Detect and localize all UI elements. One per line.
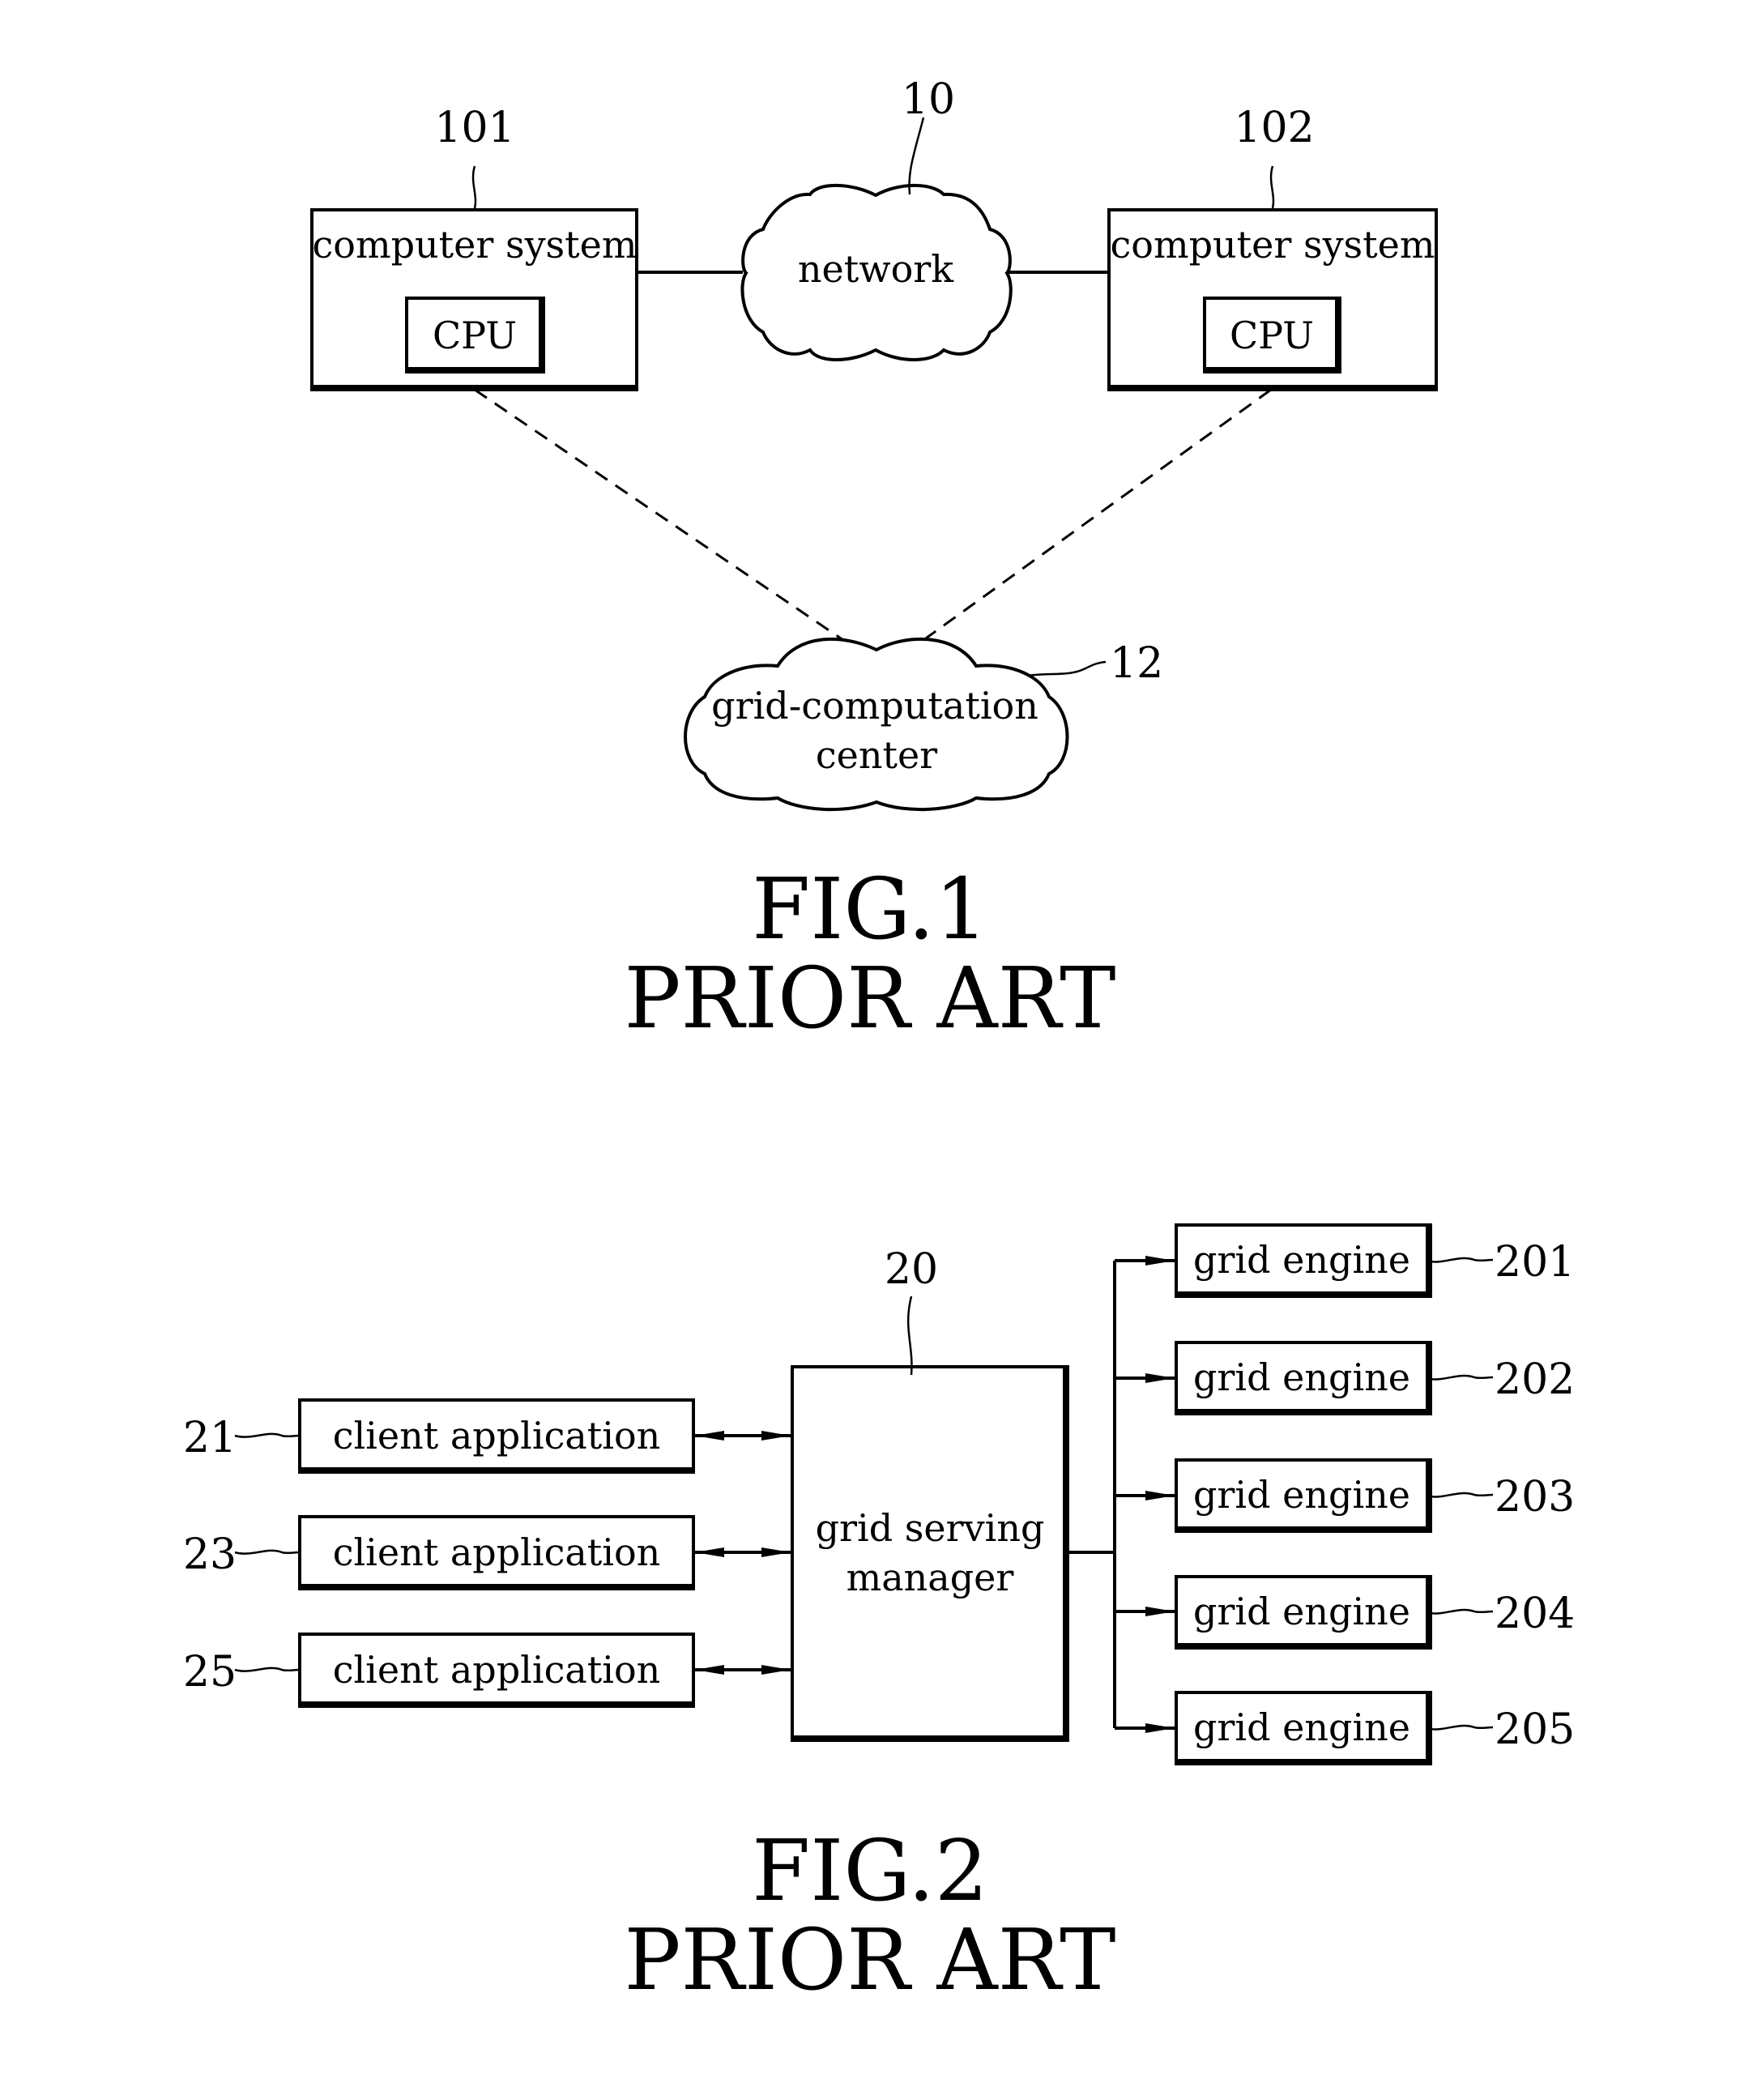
ref-number-12: 12 bbox=[1110, 639, 1163, 688]
ref-number-25: 25 bbox=[183, 1648, 237, 1697]
grid-center-label-line2: center bbox=[816, 733, 937, 777]
ref-leader bbox=[234, 1549, 301, 1555]
ref-number-23: 23 bbox=[183, 1530, 237, 1579]
network-label: network bbox=[798, 247, 954, 291]
grid-engine-201: grid engine 201 bbox=[1115, 1223, 1575, 1298]
ref-number-21: 21 bbox=[183, 1414, 237, 1462]
client-application-label: client application bbox=[333, 1530, 661, 1574]
manager-box bbox=[791, 1365, 1069, 1742]
figure-1-subtitle: PRIOR ART bbox=[625, 949, 1116, 1048]
grid-engine-205: grid engine 205 bbox=[1115, 1691, 1575, 1765]
ref-number-205: 205 bbox=[1495, 1705, 1575, 1754]
network-cloud: network 10 bbox=[740, 75, 1013, 361]
client-application-label: client application bbox=[333, 1648, 661, 1692]
manager-label-line1: grid serving bbox=[816, 1506, 1045, 1550]
computer-system-102: computer system CPU 102 bbox=[1107, 104, 1438, 391]
grid-engine-203: grid engine 203 bbox=[1115, 1458, 1575, 1533]
ref-leader bbox=[1427, 1492, 1494, 1498]
figure-1: computer system CPU 101 computer system … bbox=[310, 75, 1438, 1048]
ref-number-203: 203 bbox=[1495, 1473, 1575, 1522]
ref-number-20: 20 bbox=[885, 1245, 938, 1294]
grid-engine-202: grid engine 202 bbox=[1115, 1341, 1575, 1415]
ref-leader bbox=[906, 1295, 913, 1376]
figure-2-subtitle: PRIOR ART bbox=[625, 1910, 1116, 2009]
client-application-label: client application bbox=[333, 1414, 661, 1458]
grid-engine-label: grid engine bbox=[1193, 1705, 1410, 1749]
client-application-25: client application 25 bbox=[183, 1633, 791, 1708]
ref-leader bbox=[234, 1432, 301, 1438]
client-application-21: client application 21 bbox=[183, 1398, 791, 1474]
cpu-label: CPU bbox=[433, 314, 517, 357]
ref-leader bbox=[1427, 1608, 1494, 1615]
grid-engine-204: grid engine 204 bbox=[1115, 1575, 1575, 1650]
computer-system-label: computer system bbox=[313, 223, 638, 267]
ref-leader bbox=[1427, 1257, 1494, 1263]
manager-label-line2: manager bbox=[847, 1556, 1014, 1599]
grid-engine-label: grid engine bbox=[1193, 1473, 1410, 1517]
ref-number-202: 202 bbox=[1495, 1355, 1575, 1404]
grid-engine-label: grid engine bbox=[1193, 1590, 1410, 1633]
ref-number-10: 10 bbox=[902, 75, 955, 124]
computer-system-label: computer system bbox=[1111, 223, 1435, 267]
figure-2-title: FIG.2 bbox=[752, 1821, 988, 1920]
ref-number-102: 102 bbox=[1234, 104, 1314, 152]
ref-leader bbox=[1427, 1374, 1494, 1381]
grid-serving-manager: grid serving manager 20 bbox=[791, 1245, 1069, 1742]
ref-number-204: 204 bbox=[1495, 1590, 1575, 1638]
figure-2: grid serving manager 20 client applicati… bbox=[183, 1223, 1575, 2009]
ref-leader bbox=[1026, 660, 1107, 677]
ref-leader bbox=[908, 117, 925, 195]
cpu-label: CPU bbox=[1230, 314, 1314, 357]
grid-engine-label: grid engine bbox=[1193, 1355, 1410, 1399]
computer-system-101: computer system CPU 101 bbox=[310, 104, 638, 391]
ref-number-201: 201 bbox=[1495, 1238, 1575, 1287]
ref-leader bbox=[1427, 1724, 1494, 1731]
figure-1-title: FIG.1 bbox=[752, 860, 988, 958]
grid-engine-label: grid engine bbox=[1193, 1238, 1410, 1282]
dashed-link-cpu-101-grid bbox=[474, 388, 844, 642]
client-application-23: client application 23 bbox=[183, 1515, 791, 1590]
ref-number-101: 101 bbox=[434, 104, 514, 152]
dashed-link-cpu-102-grid bbox=[923, 388, 1272, 642]
grid-computation-center-cloud: grid-computation center 12 bbox=[684, 637, 1163, 812]
ref-leader bbox=[1269, 165, 1275, 209]
ref-leader bbox=[234, 1667, 301, 1672]
grid-center-label-line1: grid-computation bbox=[711, 684, 1038, 728]
ref-leader bbox=[471, 165, 477, 209]
patent-drawing-sheet: computer system CPU 101 computer system … bbox=[183, 75, 1575, 2009]
